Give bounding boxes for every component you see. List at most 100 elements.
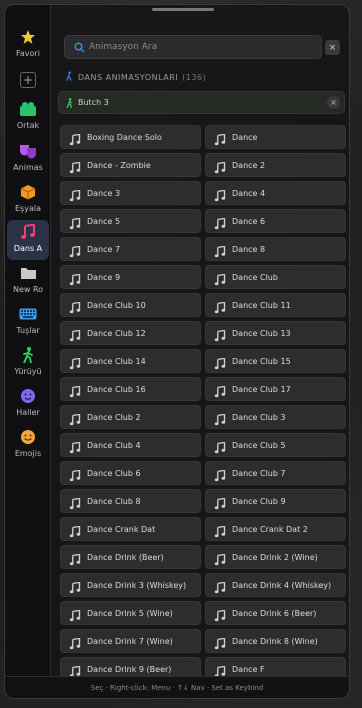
walking-icon [65, 71, 73, 83]
sidebar-item-new-route[interactable]: New Ro [7, 261, 49, 301]
animation-name: Dance Crank Dat [87, 524, 156, 534]
animation-button[interactable]: Dance Club 5 [205, 433, 346, 457]
animation-name: Dance Drink 9 (Beer) [87, 664, 172, 674]
animation-button[interactable]: Dance 3 [60, 181, 201, 205]
animation-name: Dance Club 13 [232, 328, 291, 338]
footer-hint: Seç · Right-click: Menu · ↑↓ Nav · Set a… [5, 676, 349, 698]
sidebar-item-label: Haller [16, 408, 40, 417]
animation-name: Dance 8 [232, 244, 266, 254]
animation-button[interactable]: Dance Crank Dat [60, 517, 201, 541]
music-note-icon [214, 495, 226, 510]
animation-name: Dance 5 [87, 216, 121, 226]
animation-button[interactable]: Dance 4 [205, 181, 346, 205]
box-icon [19, 183, 37, 201]
sidebar-item-haller[interactable]: Haller [7, 384, 49, 424]
music-note-icon [214, 299, 226, 314]
animation-button[interactable]: Dance Club 15 [205, 349, 346, 373]
animation-button[interactable]: Dance Club 3 [205, 405, 346, 429]
animation-button[interactable]: Dance 6 [205, 209, 346, 233]
close-button[interactable]: × [325, 40, 340, 55]
sidebar-item-yuruyus[interactable]: Yürüyü [7, 343, 49, 383]
animation-name: Dance Club 5 [232, 440, 286, 450]
clear-filter-button[interactable]: × [327, 96, 340, 109]
animation-name: Dance Drink 3 (Whiskey) [87, 580, 187, 590]
music-note-icon [69, 663, 81, 678]
animation-button[interactable]: Dance [205, 125, 346, 149]
animation-name: Dance 2 [232, 160, 266, 170]
animation-name: Dance Crank Dat 2 [232, 524, 308, 534]
add-category-button[interactable]: + [20, 72, 36, 88]
animation-button[interactable]: Dance Club 17 [205, 377, 346, 401]
animation-name: Dance Club 7 [232, 468, 286, 478]
sidebar-item-animasyonlar[interactable]: Animas [7, 139, 49, 179]
animation-button[interactable]: Dance Club 4 [60, 433, 201, 457]
animation-button[interactable]: Dance Club 13 [205, 321, 346, 345]
animation-name: Dance 3 [87, 188, 121, 198]
sidebar-item-favori[interactable]: Favori [7, 25, 49, 65]
animation-name: Dance Drink 4 (Whiskey) [232, 580, 332, 590]
animation-button[interactable]: Dance Club [205, 265, 346, 289]
star-icon [19, 28, 37, 46]
animation-button[interactable]: Dance Drink 3 (Whiskey) [60, 573, 201, 597]
search-input[interactable] [89, 42, 289, 52]
music-note-icon [214, 411, 226, 426]
people-icon [19, 100, 37, 118]
sidebar-item-dans-animasyonlari[interactable]: Dans A [7, 220, 49, 260]
music-note-icon [214, 663, 226, 678]
animation-button[interactable]: Dance Drink 5 (Wine) [60, 601, 201, 625]
animation-button[interactable]: Dance Club 10 [60, 293, 201, 317]
sidebar-item-label: Animas [13, 163, 43, 172]
animation-button[interactable]: Dance Club 7 [205, 461, 346, 485]
animation-name: Dance Club 9 [232, 496, 286, 506]
animation-button[interactable]: Dance Club 6 [60, 461, 201, 485]
animation-button[interactable]: Boxing Dance Solo [60, 125, 201, 149]
animation-button[interactable]: Dance Drink 8 (Wine) [205, 629, 346, 653]
animation-button[interactable]: Dance 2 [205, 153, 346, 177]
smiley-icon [19, 387, 37, 405]
animation-name: Dance Drink 8 (Wine) [232, 636, 318, 646]
animation-button[interactable]: Dance 7 [60, 237, 201, 261]
animation-name: Dance Club [232, 272, 278, 282]
music-note-icon [69, 215, 81, 230]
walking-icon [65, 93, 74, 112]
animation-menu-panel: Favori + Ortak Animas Eşyala Dans A New … [4, 4, 350, 699]
animation-button[interactable]: Dance Drink (Beer) [60, 545, 201, 569]
active-filter-chip[interactable]: Butch 3 × [58, 91, 345, 114]
animation-button[interactable]: Dance Club 14 [60, 349, 201, 373]
animation-name: Dance Club 8 [87, 496, 141, 506]
animation-button[interactable]: Dance Club 2 [60, 405, 201, 429]
animation-name: Dance Club 15 [232, 356, 291, 366]
animation-name: Dance Drink (Beer) [87, 552, 164, 562]
animation-button[interactable]: Dance Drink 4 (Whiskey) [205, 573, 346, 597]
animation-button[interactable]: Dance 5 [60, 209, 201, 233]
animation-name: Dance [232, 132, 258, 142]
animation-button[interactable]: Dance Drink 7 (Wine) [60, 629, 201, 653]
animation-button[interactable]: Dance Club 9 [205, 489, 346, 513]
animation-name: Dance Club 12 [87, 328, 146, 338]
animation-button[interactable]: Dance Drink 6 (Beer) [205, 601, 346, 625]
music-note-icon [69, 551, 81, 566]
animation-name: Dance 7 [87, 244, 121, 254]
animation-button[interactable]: Dance - Zombie [60, 153, 201, 177]
music-note-icon [214, 215, 226, 230]
animation-button[interactable]: Dance Club 8 [60, 489, 201, 513]
animation-button[interactable]: Dance Drink 2 (Wine) [205, 545, 346, 569]
sidebar-item-tuslar[interactable]: Tuşlar [7, 302, 49, 342]
animation-button[interactable]: Dance Club 16 [60, 377, 201, 401]
sidebar-item-ortak[interactable]: Ortak [7, 97, 49, 137]
animation-button[interactable]: Dance Crank Dat 2 [205, 517, 346, 541]
animation-button[interactable]: Dance Club 11 [205, 293, 346, 317]
filter-label: Butch 3 [78, 98, 109, 107]
animation-name: Dance Club 2 [87, 412, 141, 422]
sidebar-item-emojis[interactable]: Emojis [7, 425, 49, 465]
category-sidebar: Favori + Ortak Animas Eşyala Dans A New … [5, 5, 51, 698]
animation-button[interactable]: Dance Club 12 [60, 321, 201, 345]
sidebar-item-esyalar[interactable]: Eşyala [7, 180, 49, 220]
music-note-icon [69, 411, 81, 426]
animation-button[interactable]: Dance 9 [60, 265, 201, 289]
search-box[interactable] [64, 35, 322, 59]
animation-button[interactable]: Dance 8 [205, 237, 346, 261]
sidebar-item-label: Eşyala [15, 204, 41, 213]
animation-name: Dance Club 4 [87, 440, 141, 450]
music-note-icon [69, 131, 81, 146]
